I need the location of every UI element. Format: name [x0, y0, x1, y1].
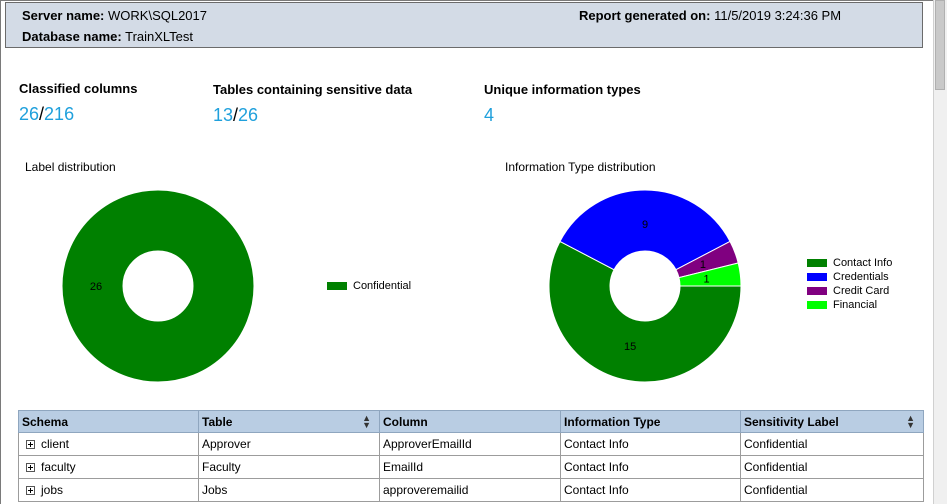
- sensitive-tables-label: Tables containing sensitive data: [213, 82, 413, 97]
- table-cell-information-type: Contact Info: [560, 432, 741, 456]
- table-cell-information-type: Contact Info: [560, 478, 741, 502]
- classified-columns-label: Classified columns: [19, 81, 138, 96]
- cell-text: EmailId: [383, 460, 424, 474]
- column-header-table[interactable]: Table ▲ ▼: [198, 410, 380, 433]
- column-header-information-type-label: Information Type: [564, 414, 661, 429]
- cell-text: Contact Info: [564, 483, 629, 497]
- table-cell-sensitivity-label: Confidential: [740, 455, 924, 479]
- cell-text: ApproverEmailId: [383, 437, 472, 451]
- classified-columns-value: 26/216: [19, 104, 74, 125]
- legend-label: Credit Card: [833, 285, 890, 297]
- cell-text: client: [41, 437, 70, 451]
- classified-total: 216: [44, 104, 75, 124]
- info-type-distribution-chart: 15 9 1 1: [548, 189, 742, 383]
- report-generated-label: Report generated on:: [579, 8, 711, 23]
- info-type-distribution-legend: Contact Info Credentials Credit Card Financ…: [807, 256, 892, 312]
- legend-label: Financial: [833, 299, 878, 311]
- cell-text: Confidential: [744, 460, 808, 474]
- table-cell-column: ApproverEmailId: [379, 432, 561, 456]
- expand-plus-icon[interactable]: [26, 440, 35, 450]
- sensitive-tables-count: 13: [213, 105, 234, 125]
- database-name-row: Database name: TrainXLTest: [22, 29, 193, 44]
- column-header-sensitivity-label[interactable]: Sensitivity Label ▲ ▼: [740, 410, 924, 433]
- cell-text: Confidential: [744, 437, 808, 451]
- server-name-label: Server name:: [22, 8, 105, 23]
- report-generated-row: Report generated on: 11/5/2019 3:24:36 P…: [579, 8, 841, 23]
- info-types-value: 4: [484, 105, 495, 125]
- legend-swatch: [807, 287, 827, 295]
- table-cell-table: Jobs: [198, 478, 380, 502]
- table-header-row: Schema Table ▲ ▼ Column Information Type S…: [18, 410, 924, 433]
- table-cell-schema: faculty: [18, 455, 199, 479]
- report-header: Server name: WORK\SQL2017 Report generat…: [5, 2, 923, 48]
- cell-text: Confidential: [744, 483, 808, 497]
- table-row[interactable]: client Approver ApproverEmailId Contact Inf…: [18, 432, 924, 456]
- table-cell-schema: client: [18, 432, 199, 456]
- info-value-label: 1: [700, 259, 706, 271]
- vertical-scrollbar-thumb[interactable]: [935, 0, 945, 90]
- legend-label: Credentials: [833, 271, 889, 283]
- table-cell-sensitivity-label: Confidential: [740, 432, 924, 456]
- table-row[interactable]: jobs Jobs approveremailid Contact Info Confi…: [18, 478, 924, 502]
- database-name-value: TrainXLTest: [125, 29, 194, 44]
- label-distribution-legend: Confidential: [327, 279, 411, 293]
- column-header-sensitivity-label-label: Sensitivity Label: [744, 414, 839, 429]
- legend-label: Contact Info: [833, 257, 893, 269]
- database-name-label: Database name:: [22, 29, 122, 44]
- info-value-label: 15: [624, 341, 636, 353]
- column-header-schema-label: Schema: [22, 414, 69, 429]
- sort-icon[interactable]: ▲ ▼: [906, 414, 915, 430]
- column-header-column-label: Column: [383, 414, 428, 429]
- cell-text: approveremailid: [383, 483, 469, 497]
- legend-swatch: [327, 282, 347, 290]
- legend-swatch: [807, 301, 827, 309]
- legend-label: Confidential: [353, 280, 412, 292]
- table-cell-column: EmailId: [379, 455, 561, 479]
- classified-columns-table: Schema Table ▲ ▼ Column Information Type S…: [18, 410, 924, 502]
- table-cell-sensitivity-label: Confidential: [740, 478, 924, 502]
- sort-icon[interactable]: ▲ ▼: [362, 414, 371, 430]
- cell-text: faculty: [41, 460, 76, 474]
- label-distribution-chart: 26: [61, 189, 255, 383]
- classified-count: 26: [19, 104, 40, 124]
- info-types-label: Unique information types: [484, 82, 641, 97]
- cell-text: Contact Info: [564, 437, 629, 451]
- legend-swatch: [807, 259, 827, 267]
- cell-text: Contact Info: [564, 460, 629, 474]
- table-cell-table: Faculty: [198, 455, 380, 479]
- info-legend-item: Financial: [807, 298, 892, 312]
- table-cell-schema: jobs: [18, 478, 199, 502]
- cell-text: Faculty: [202, 460, 241, 474]
- label-legend-item: Confidential: [327, 279, 411, 293]
- table-cell-information-type: Contact Info: [560, 455, 741, 479]
- info-value-label: 1: [703, 274, 709, 286]
- info-legend-item: Credit Card: [807, 284, 892, 298]
- column-header-schema[interactable]: Schema: [18, 410, 199, 433]
- info-legend-item: Contact Info: [807, 256, 892, 270]
- sensitive-tables-total: 26: [238, 105, 259, 125]
- expand-plus-icon[interactable]: [26, 463, 35, 473]
- cell-text: Approver: [202, 437, 251, 451]
- report-generated-value: 11/5/2019 3:24:36 PM: [714, 8, 842, 23]
- table-row[interactable]: faculty Faculty EmailId Contact Info Confide…: [18, 455, 924, 479]
- column-header-column[interactable]: Column: [379, 410, 561, 433]
- sensitive-tables-value: 13/26: [213, 105, 258, 126]
- legend-swatch: [807, 273, 827, 281]
- table-cell-column: approveremailid: [379, 478, 561, 502]
- column-header-information-type[interactable]: Information Type: [560, 410, 741, 433]
- window-border-top: [0, 0, 933, 1]
- cell-text: jobs: [41, 483, 64, 497]
- table-cell-table: Approver: [198, 432, 380, 456]
- info-value-label: 9: [642, 219, 648, 231]
- cell-text: Jobs: [202, 483, 228, 497]
- expand-plus-icon[interactable]: [26, 486, 35, 496]
- column-header-table-label: Table: [202, 414, 233, 429]
- label-value-label: 26: [90, 281, 102, 293]
- server-name-row: Server name: WORK\SQL2017: [22, 8, 207, 23]
- info-legend-item: Credentials: [807, 270, 892, 284]
- server-name-value: WORK\SQL2017: [108, 8, 208, 23]
